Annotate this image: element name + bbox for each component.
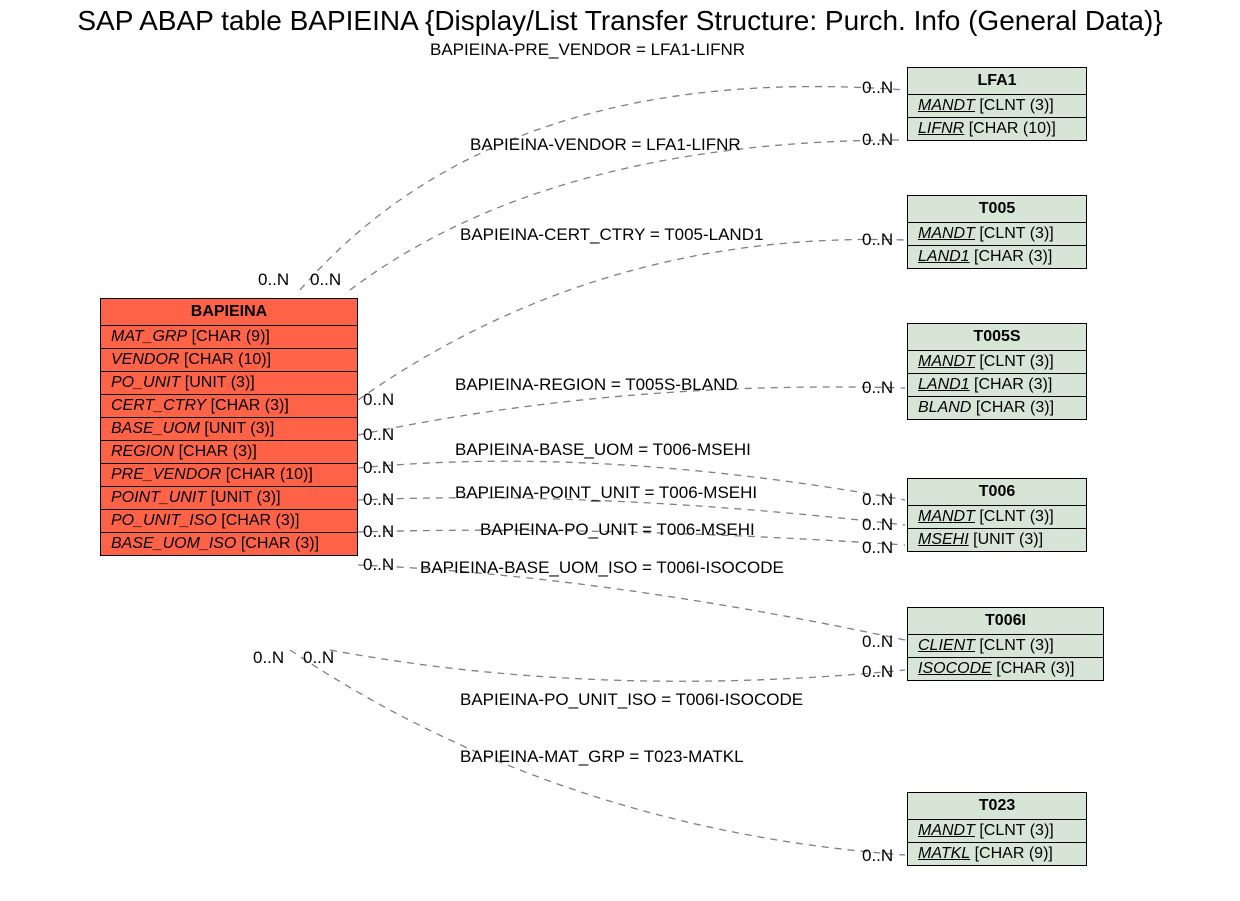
card-ref-8: 0..N: [862, 632, 893, 652]
rel-cert-ctry: BAPIEINA-CERT_CTRY = T005-LAND1: [460, 225, 763, 245]
entity-t005s-header: T005S: [908, 324, 1086, 351]
card-ref-4: 0..N: [862, 378, 893, 398]
entity-t006-header: T006: [908, 479, 1086, 506]
rel-po-unit-iso: BAPIEINA-PO_UNIT_ISO = T006I-ISOCODE: [460, 690, 803, 710]
field-po-unit: PO_UNIT [UNIT (3)]: [101, 372, 357, 395]
entity-t006i: T006I CLIENT [CLNT (3)] ISOCODE [CHAR (3…: [907, 607, 1104, 681]
card-ref-2: 0..N: [862, 130, 893, 150]
card-main-1: 0..N: [258, 270, 289, 290]
t005s-mandt: MANDT [CLNT (3)]: [908, 351, 1086, 374]
entity-lfa1: LFA1 MANDT [CLNT (3)] LIFNR [CHAR (10)]: [907, 67, 1087, 141]
card-main-8: 0..N: [363, 555, 394, 575]
entity-bapieina: BAPIEINA MAT_GRP [CHAR (9)] VENDOR [CHAR…: [100, 298, 358, 556]
entity-t023-header: T023: [908, 793, 1086, 820]
entity-t006i-header: T006I: [908, 608, 1103, 635]
card-ref-7: 0..N: [862, 538, 893, 558]
card-ref-1: 0..N: [862, 78, 893, 98]
card-ref-3: 0..N: [862, 230, 893, 250]
entity-bapieina-header: BAPIEINA: [101, 299, 357, 326]
entity-t006: T006 MANDT [CLNT (3)] MSEHI [UNIT (3)]: [907, 478, 1087, 552]
t005s-land1: LAND1 [CHAR (3)]: [908, 374, 1086, 397]
lfa1-mandt: MANDT [CLNT (3)]: [908, 95, 1086, 118]
card-ref-5: 0..N: [862, 490, 893, 510]
rel-point-unit: BAPIEINA-POINT_UNIT = T006-MSEHI: [455, 483, 757, 503]
t006-msehi: MSEHI [UNIT (3)]: [908, 529, 1086, 551]
t006i-isocode: ISOCODE [CHAR (3)]: [908, 658, 1103, 680]
entity-t005s: T005S MANDT [CLNT (3)] LAND1 [CHAR (3)] …: [907, 323, 1087, 420]
card-main-5: 0..N: [363, 458, 394, 478]
rel-mat-grp: BAPIEINA-MAT_GRP = T023-MATKL: [460, 747, 744, 767]
card-main-2: 0..N: [310, 270, 341, 290]
field-mat-grp: MAT_GRP [CHAR (9)]: [101, 326, 357, 349]
field-po-unit-iso: PO_UNIT_ISO [CHAR (3)]: [101, 510, 357, 533]
entity-lfa1-header: LFA1: [908, 68, 1086, 95]
field-vendor: VENDOR [CHAR (10)]: [101, 349, 357, 372]
t005s-bland: BLAND [CHAR (3)]: [908, 397, 1086, 419]
field-point-unit: POINT_UNIT [UNIT (3)]: [101, 487, 357, 510]
t005-mandt: MANDT [CLNT (3)]: [908, 223, 1086, 246]
rel-base-uom-iso: BAPIEINA-BASE_UOM_ISO = T006I-ISOCODE: [420, 558, 784, 578]
t023-mandt: MANDT [CLNT (3)]: [908, 820, 1086, 843]
t006-mandt: MANDT [CLNT (3)]: [908, 506, 1086, 529]
t023-matkl: MATKL [CHAR (9)]: [908, 843, 1086, 865]
entity-t023: T023 MANDT [CLNT (3)] MATKL [CHAR (9)]: [907, 792, 1087, 866]
diagram-title: SAP ABAP table BAPIEINA {Display/List Tr…: [0, 5, 1240, 37]
card-main-9: 0..N: [253, 648, 284, 668]
t006i-client: CLIENT [CLNT (3)]: [908, 635, 1103, 658]
rel-vendor: BAPIEINA-VENDOR = LFA1-LIFNR: [470, 135, 741, 155]
card-main-10: 0..N: [303, 648, 334, 668]
t005-land1: LAND1 [CHAR (3)]: [908, 246, 1086, 268]
card-main-3: 0..N: [363, 390, 394, 410]
entity-t005: T005 MANDT [CLNT (3)] LAND1 [CHAR (3)]: [907, 195, 1087, 269]
card-ref-10: 0..N: [862, 846, 893, 866]
card-ref-9: 0..N: [862, 662, 893, 682]
entity-t005-header: T005: [908, 196, 1086, 223]
field-region: REGION [CHAR (3)]: [101, 441, 357, 464]
card-main-7: 0..N: [363, 522, 394, 542]
card-ref-6: 0..N: [862, 515, 893, 535]
rel-pre-vendor: BAPIEINA-PRE_VENDOR = LFA1-LIFNR: [430, 40, 745, 60]
field-cert-ctry: CERT_CTRY [CHAR (3)]: [101, 395, 357, 418]
card-main-4: 0..N: [363, 425, 394, 445]
rel-region: BAPIEINA-REGION = T005S-BLAND: [455, 375, 738, 395]
field-base-uom-iso: BASE_UOM_ISO [CHAR (3)]: [101, 533, 357, 555]
field-pre-vendor: PRE_VENDOR [CHAR (10)]: [101, 464, 357, 487]
field-base-uom: BASE_UOM [UNIT (3)]: [101, 418, 357, 441]
rel-po-unit: BAPIEINA-PO_UNIT = T006-MSEHI: [480, 520, 755, 540]
rel-base-uom: BAPIEINA-BASE_UOM = T006-MSEHI: [455, 440, 751, 460]
lfa1-lifnr: LIFNR [CHAR (10)]: [908, 118, 1086, 140]
card-main-6: 0..N: [363, 490, 394, 510]
